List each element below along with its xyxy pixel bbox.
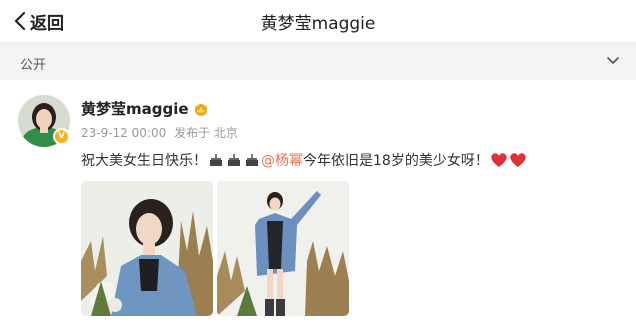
post-text-intro: 祝大美女生日快乐！ bbox=[81, 153, 207, 169]
post-photo[interactable] bbox=[217, 181, 349, 316]
author-name: 黄梦莹maggie bbox=[81, 100, 189, 118]
page-title: 黄梦莹maggie bbox=[260, 14, 376, 34]
post-author[interactable]: 黄梦莹maggie bbox=[81, 98, 209, 119]
post-meta: 23-9-12 00:00 发布于 北京 bbox=[81, 124, 242, 141]
cake-icon bbox=[228, 154, 240, 166]
photo-image bbox=[81, 181, 213, 316]
verified-icon: V bbox=[53, 128, 70, 145]
post-photo[interactable] bbox=[81, 181, 213, 316]
top-bar: 返回 黄梦莹maggie bbox=[0, 0, 636, 42]
photo-image bbox=[217, 181, 349, 316]
cake-icon bbox=[210, 154, 222, 166]
cake-icon bbox=[246, 154, 258, 166]
heart-icon bbox=[491, 153, 507, 167]
post-text: 祝大美女生日快乐！ @杨幂 今年依旧是18岁的美少女呀！ bbox=[81, 150, 527, 170]
post-text-body: 今年依旧是18岁的美少女呀！ bbox=[303, 153, 489, 169]
mention-link[interactable]: @杨幂 bbox=[261, 150, 303, 170]
crown-icon bbox=[194, 103, 207, 116]
post-time: 23-9-12 00:00 bbox=[81, 126, 167, 140]
chevron-down-icon bbox=[607, 57, 619, 64]
post-card: V 黄梦莹maggie 23-9-12 00:00 发布于 北京 祝大美女生日快… bbox=[0, 80, 636, 324]
visibility-label: 公开 bbox=[20, 58, 47, 73]
visibility-filter[interactable]: 公开 bbox=[0, 42, 636, 80]
heart-icon bbox=[510, 153, 526, 167]
post-source: 发布于 北京 bbox=[174, 126, 238, 140]
